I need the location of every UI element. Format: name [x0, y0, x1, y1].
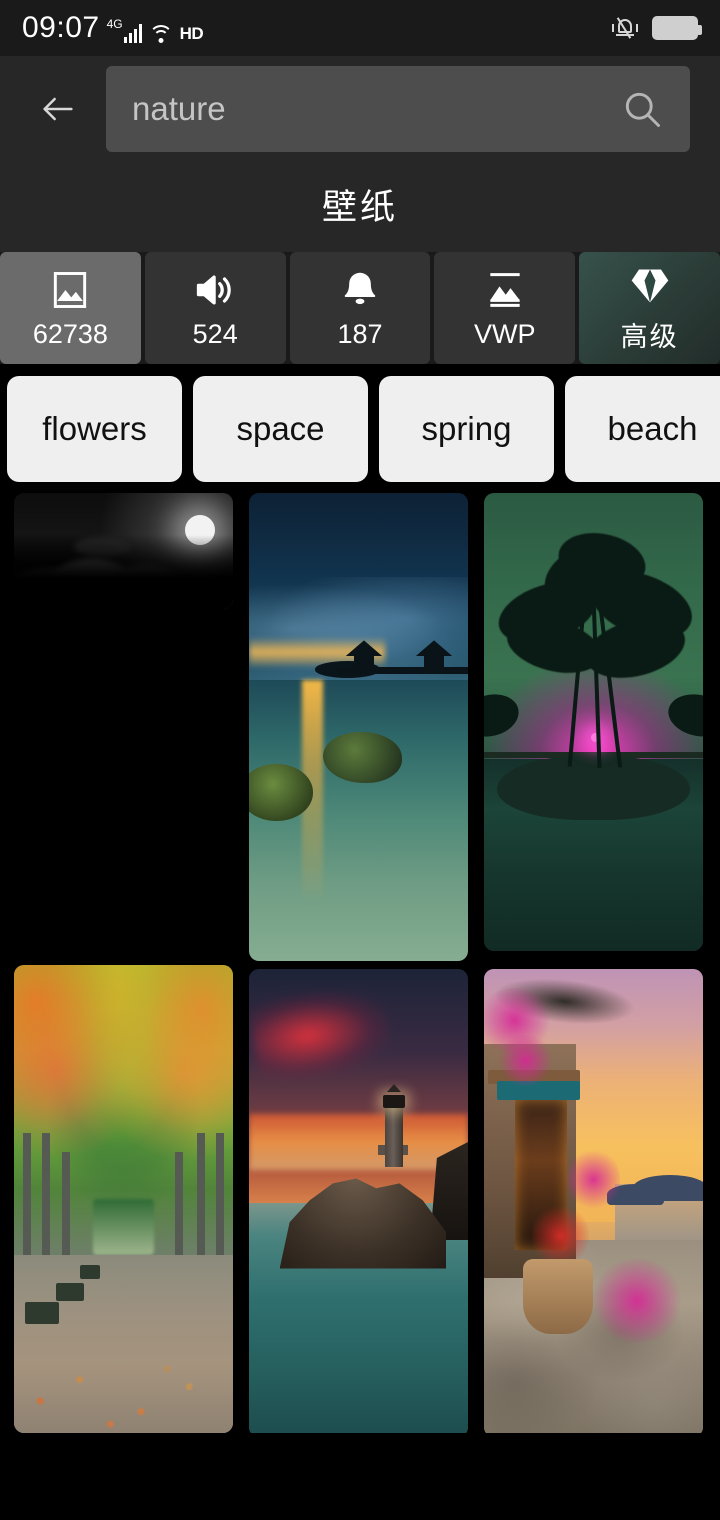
- vibrate-mute-icon: [612, 16, 638, 40]
- tab-premium[interactable]: 高级: [579, 252, 720, 364]
- bell-icon: [338, 267, 382, 313]
- wallpaper-card-dusk-seascape-huts[interactable]: [249, 493, 468, 961]
- category-tab-bar: 62738 524 187: [0, 252, 720, 364]
- status-bar-left: 09:07 4G HD: [22, 13, 203, 43]
- tab-notifications-label: 187: [337, 319, 382, 350]
- hd-label: HD: [180, 25, 204, 42]
- tab-premium-label: 高级: [621, 315, 679, 354]
- status-time: 09:07: [22, 13, 100, 43]
- wallpaper-thumb-palm-trees-green-sky: [484, 493, 703, 951]
- tab-ringtones-label: 524: [193, 319, 238, 350]
- search-icon[interactable]: [620, 87, 664, 131]
- wallpaper-column-3: [484, 493, 703, 1433]
- wallpaper-card-lighthouse-sunset[interactable]: [249, 969, 468, 1433]
- wallpaper-column-2: [249, 493, 468, 1433]
- tab-ringtones[interactable]: 524: [145, 252, 286, 364]
- wallpaper-column-1: [14, 493, 233, 1433]
- tab-video-wallpaper[interactable]: VWP: [434, 252, 575, 364]
- chip-spring[interactable]: spring: [379, 376, 554, 482]
- wallpaper-thumb-seaside-village-flowers: [484, 969, 703, 1433]
- image-icon: [48, 267, 92, 313]
- wallpaper-card-palm-trees-green-sky[interactable]: [484, 493, 703, 951]
- wallpaper-card-seaside-village-flowers[interactable]: [484, 969, 703, 1433]
- suggestion-chip-row: flowers space spring beach: [0, 364, 720, 493]
- tab-video-wallpaper-label: VWP: [474, 319, 536, 350]
- wallpaper-thumb-moon-clouds-night: [14, 493, 233, 609]
- back-arrow-icon[interactable]: [30, 81, 86, 137]
- chip-space[interactable]: space: [193, 376, 368, 482]
- tab-images[interactable]: 62738: [0, 252, 141, 364]
- speaker-icon: [193, 267, 237, 313]
- app-screen: 09:07 4G HD nature: [0, 0, 720, 1520]
- diamond-icon: [628, 263, 672, 309]
- wallpaper-card-moon-clouds-night[interactable]: [14, 493, 233, 609]
- wallpaper-grid: [0, 493, 720, 1433]
- page-title: 壁纸: [0, 179, 720, 230]
- wifi-icon: [149, 23, 173, 43]
- search-input-value: nature: [132, 90, 620, 128]
- wallpaper-thumb-autumn-tree-path: [14, 965, 233, 1433]
- status-bar-right: [612, 16, 698, 40]
- page-title-bar: 壁纸: [0, 161, 720, 252]
- search-input[interactable]: nature: [106, 66, 690, 152]
- wallpaper-thumb-dusk-seascape-huts: [249, 493, 468, 961]
- chip-beach[interactable]: beach: [565, 376, 720, 482]
- chip-flowers[interactable]: flowers: [7, 376, 182, 482]
- search-header: nature: [0, 56, 720, 161]
- signal-bars-icon: 4G: [107, 18, 142, 43]
- tab-notifications[interactable]: 187: [290, 252, 431, 364]
- video-wallpaper-icon: [483, 267, 527, 313]
- battery-icon: [652, 16, 698, 40]
- wallpaper-card-autumn-tree-path[interactable]: [14, 965, 233, 1433]
- network-type-label: 4G: [107, 18, 123, 30]
- tab-images-label: 62738: [33, 319, 108, 350]
- status-bar: 09:07 4G HD: [0, 0, 720, 56]
- wallpaper-thumb-lighthouse-sunset: [249, 969, 468, 1433]
